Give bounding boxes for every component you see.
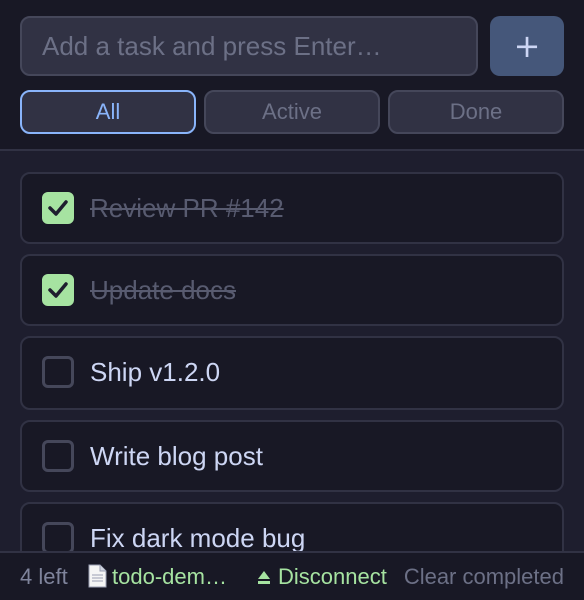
task-item[interactable]: Write blog post <box>20 420 564 492</box>
filter-tab-done[interactable]: Done <box>388 90 564 134</box>
footer: 4 left todo-dem… Disconnect Clear comple… <box>0 551 584 600</box>
file-name: todo-dem… <box>112 564 227 589</box>
filter-tab-all[interactable]: All <box>20 90 196 134</box>
file-link[interactable]: todo-dem… <box>86 564 227 590</box>
task-item[interactable]: Fix dark mode bug <box>20 502 564 551</box>
task-input[interactable] <box>20 16 478 76</box>
task-label: Update docs <box>90 275 236 305</box>
header: + All Active Done <box>0 0 584 151</box>
task-label: Fix dark mode bug <box>90 523 306 551</box>
add-task-button[interactable]: + <box>490 16 564 76</box>
eject-icon <box>258 571 270 584</box>
task-label: Review PR #142 <box>90 193 284 223</box>
task-checkbox[interactable] <box>42 274 74 306</box>
task-checkbox[interactable] <box>42 356 74 388</box>
clear-completed-button[interactable]: Clear completed <box>404 564 564 590</box>
task-label: Write blog post <box>90 441 263 471</box>
check-icon <box>48 282 68 298</box>
task-checkbox[interactable] <box>42 440 74 472</box>
task-item[interactable]: Review PR #142 <box>20 172 564 244</box>
task-label: Ship v1.2.0 <box>90 357 221 387</box>
filter-tab-active[interactable]: Active <box>204 90 380 134</box>
task-item[interactable]: Update docs <box>20 254 564 326</box>
task-item[interactable]: Ship v1.2.0 <box>20 336 564 410</box>
todo-app: + All Active Done Review PR #142 Update … <box>0 0 584 600</box>
disconnect-button[interactable]: Disconnect <box>256 564 387 590</box>
check-icon <box>48 200 68 216</box>
task-checkbox[interactable] <box>42 192 74 224</box>
disconnect-label: Disconnect <box>278 564 387 589</box>
task-checkbox[interactable] <box>42 522 74 551</box>
document-icon <box>88 564 107 588</box>
items-left-count: 4 left <box>20 564 68 589</box>
task-list: Review PR #142 Update docs Ship v1.2.0 W… <box>0 153 584 551</box>
